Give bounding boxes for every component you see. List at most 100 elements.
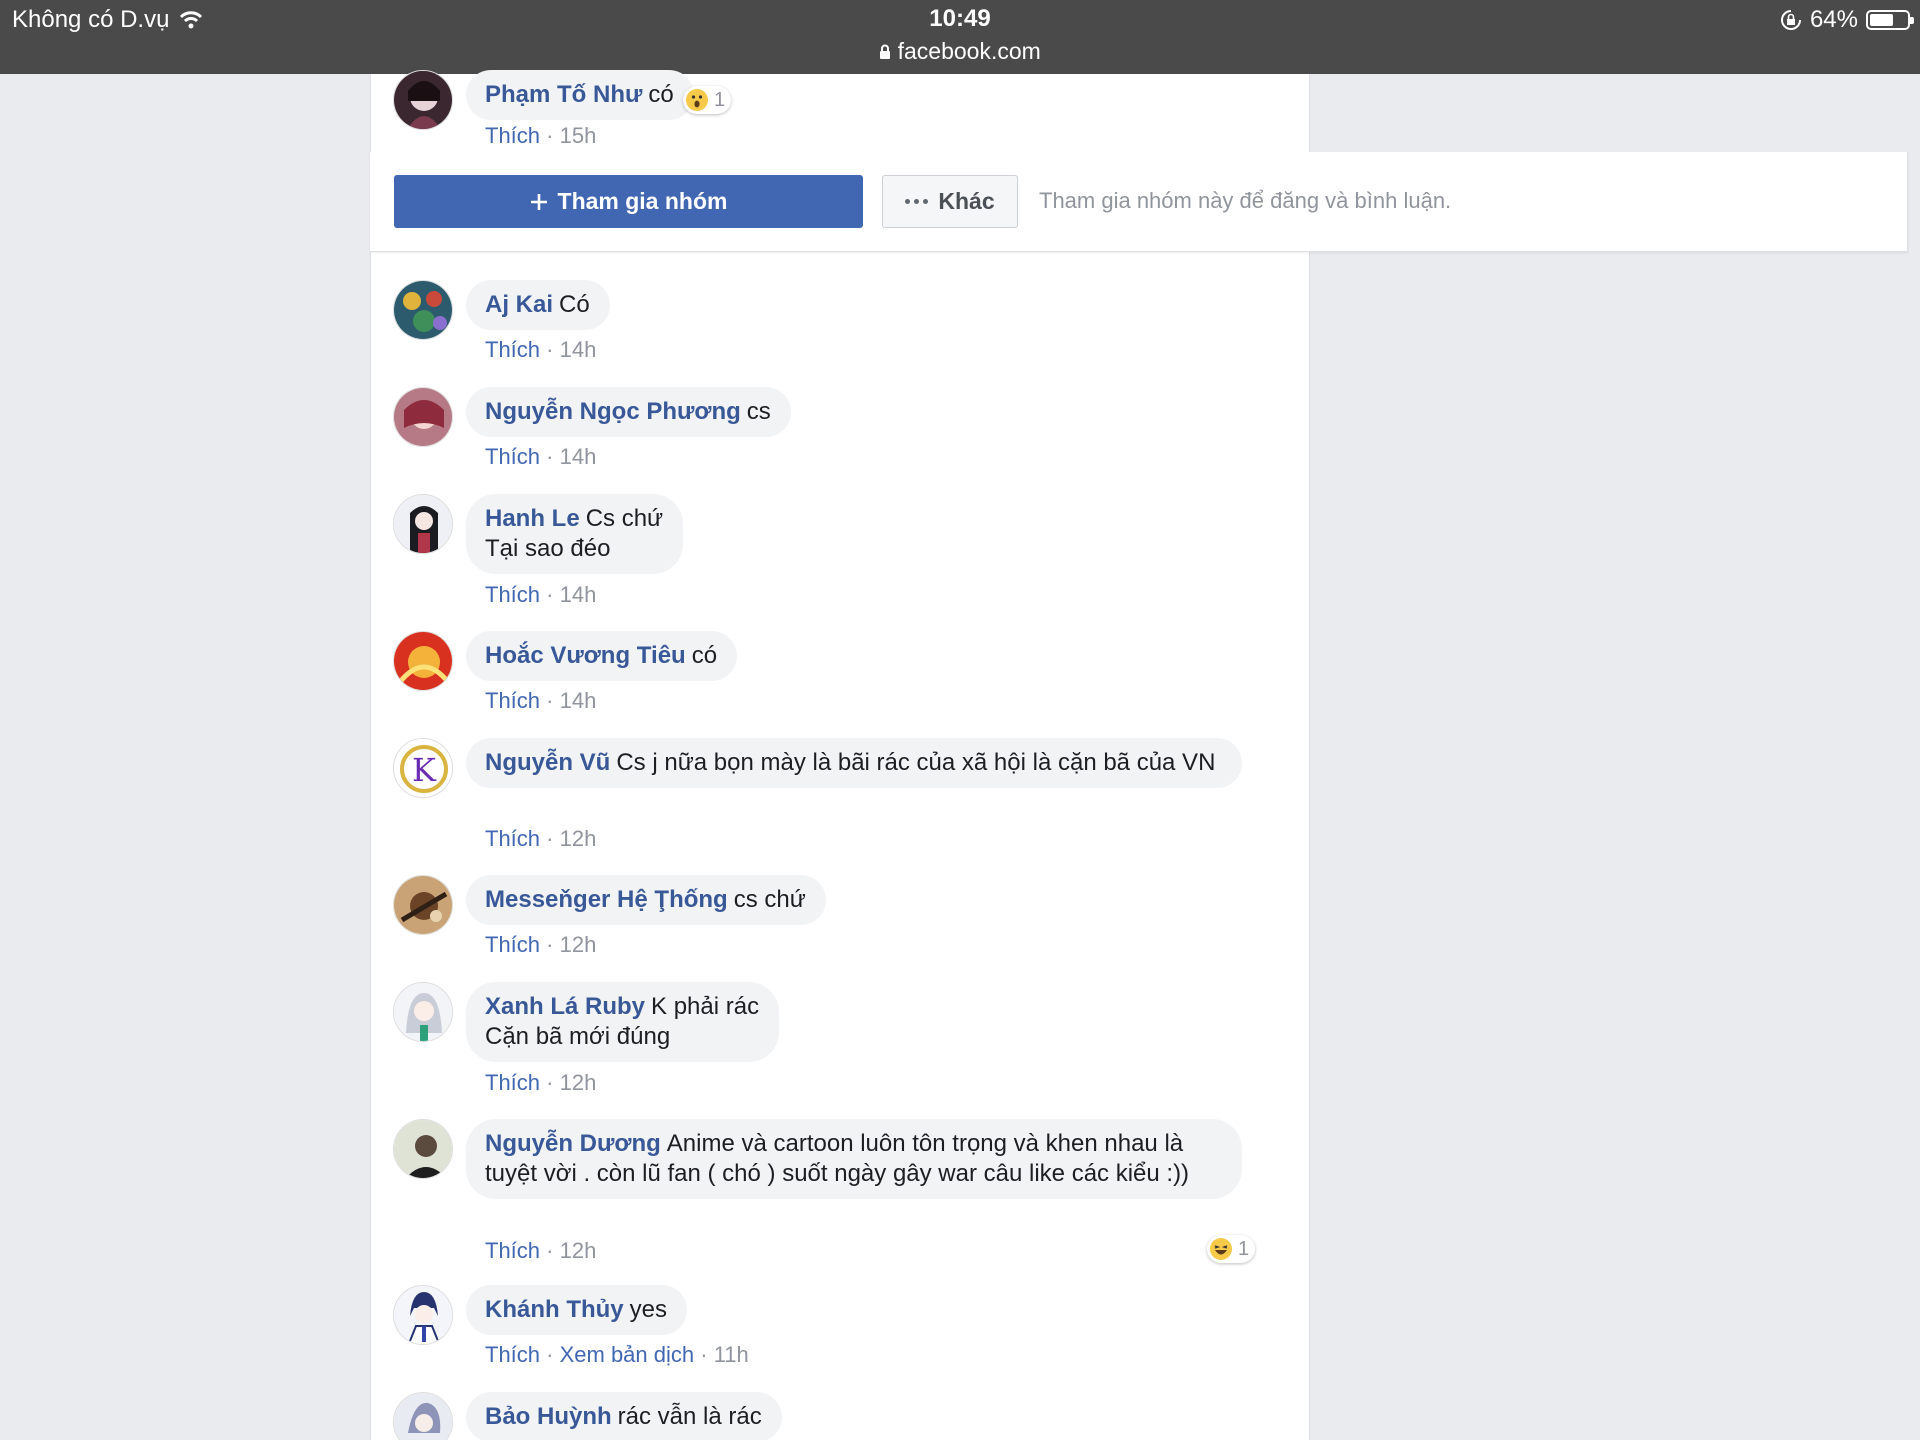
more-button[interactable]: Khác (882, 175, 1018, 228)
like-link[interactable]: Thích (485, 1238, 540, 1263)
like-link[interactable]: Thích (485, 826, 540, 851)
more-dots-icon (905, 199, 929, 204)
rotation-lock-icon (1780, 10, 1801, 30)
comment-text: có (691, 642, 718, 669)
comment-meta: Thích · 12h (485, 932, 597, 957)
avatar[interactable] (393, 631, 453, 691)
address-bar[interactable]: facebook.com (0, 38, 1920, 65)
comment-text: Cs chứ (585, 505, 664, 532)
comment-meta: Thích · 12h (485, 1238, 597, 1263)
comment-text: K phải rác (651, 993, 760, 1020)
avatar[interactable] (393, 280, 453, 340)
avatar[interactable]: K (393, 738, 453, 798)
comment-time[interactable]: 12h (560, 1238, 597, 1263)
like-link[interactable]: Thích (485, 123, 540, 148)
reaction-badge[interactable]: 1 (1207, 1235, 1256, 1263)
comment-author[interactable]: Nguyễn Dương (485, 1130, 661, 1157)
join-group-label: Tham gia nhóm (557, 188, 728, 214)
more-label: Khác (938, 188, 995, 214)
comment-meta: Thích · 15h (485, 123, 597, 148)
comment-time[interactable]: 12h (560, 1070, 597, 1095)
reaction-count: 1 (1238, 1237, 1250, 1260)
comment-author[interactable]: Aj Kai (485, 291, 553, 318)
reaction-badge[interactable]: 1 (683, 86, 732, 114)
comment-author[interactable]: Khánh Thủy (485, 1296, 624, 1323)
battery-icon (1866, 10, 1914, 30)
plus-icon (530, 193, 547, 210)
avatar[interactable] (393, 982, 453, 1042)
haha-reaction-icon (1210, 1238, 1232, 1260)
comment-text: có (648, 81, 674, 108)
comment-bubble: Nguyễn Ngọc Phương cs (466, 387, 791, 437)
like-link[interactable]: Thích (485, 932, 540, 957)
avatar[interactable] (393, 875, 453, 935)
like-link[interactable]: Thích (485, 1070, 540, 1095)
comment-meta: Thích · 14h (485, 444, 597, 469)
like-link[interactable]: Thích (485, 1342, 540, 1367)
comment-time[interactable]: 15h (560, 123, 597, 148)
ios-status-bar: Không có D.vụ 10:49 facebook.com 64% (0, 0, 1920, 74)
comment-bubble: Hoắc Vương Tiêu có (466, 631, 738, 681)
comment-meta: Thích · Xem bản dịch · 11h (485, 1342, 749, 1367)
comment-author[interactable]: Nguyễn Ngọc Phương (485, 398, 741, 425)
comment-author[interactable]: Xanh Lá Ruby (485, 993, 645, 1020)
comment-author[interactable]: Hoắc Vương Tiêu (485, 642, 686, 669)
reaction-count: 1 (714, 88, 726, 111)
translate-link[interactable]: Xem bản dịch (560, 1342, 695, 1367)
comment-bubble: Messeňger Hệ Ţhống cs chứ (466, 875, 826, 925)
comment-bubble: Nguyễn Vũ Cs j nữa bọn mày là bãi rác của… (466, 738, 1242, 788)
comment-time[interactable]: 14h (560, 688, 597, 713)
comment-text: cs (746, 398, 771, 425)
avatar[interactable] (393, 1119, 453, 1179)
comment-meta: Thích · 12h (485, 1070, 597, 1095)
comment-text: cs chứ (733, 886, 806, 913)
like-link[interactable]: Thích (485, 688, 540, 713)
comment-bubble: Hanh Le Cs chứ Tại sao đéo (466, 494, 684, 574)
comment-author[interactable]: Nguyễn Vũ (485, 749, 610, 776)
comment-meta: Thích · 14h (485, 582, 597, 607)
battery-percent: 64% (1809, 6, 1858, 33)
clock: 10:49 (929, 5, 991, 32)
comment-text: Cs j nữa bọn mày là bãi rác của xã hội l… (616, 749, 1216, 776)
like-link[interactable]: Thích (485, 582, 540, 607)
avatar[interactable] (393, 1392, 453, 1440)
comment-meta: Thích · 14h (485, 688, 597, 713)
avatar[interactable] (393, 387, 453, 447)
avatar[interactable] (393, 70, 453, 130)
comment-time[interactable]: 14h (560, 337, 597, 362)
join-group-bar: Tham gia nhóm Khác Tham gia nhóm này để … (370, 152, 1908, 252)
url-text: facebook.com (897, 38, 1041, 64)
comment-time[interactable]: 14h (560, 582, 597, 607)
comment-bubble: Xanh Lá Ruby K phải rác Cặn bã mới đúng (466, 982, 780, 1062)
comment-author[interactable]: Phạm Tố Như (485, 81, 642, 108)
comment-bubble: Aj Kai Có (466, 280, 610, 330)
comment-time[interactable]: 14h (560, 444, 597, 469)
comment-time[interactable]: 11h (714, 1342, 749, 1367)
battery-status: 64% (1780, 6, 1914, 34)
comment-text-line2: Tại sao đéo (485, 535, 611, 562)
comment-meta: Thích · 14h (485, 337, 597, 362)
comment-author[interactable]: Bảo Huỳnh (485, 1403, 612, 1430)
comment-text: yes (629, 1296, 668, 1323)
join-group-button[interactable]: Tham gia nhóm (394, 175, 863, 228)
join-hint-text: Tham gia nhóm này để đăng và bình luận. (1039, 188, 1452, 213)
comment-meta: Thích · 12h (485, 826, 597, 851)
comment-text: Có (559, 291, 590, 318)
avatar[interactable] (393, 1285, 453, 1345)
avatar[interactable] (393, 494, 453, 554)
comments-column: Phạm Tố Như có 1 Thích · 15h Aj Kai Có Thí… (370, 70, 1310, 1440)
comment-time[interactable]: 12h (560, 826, 597, 851)
like-link[interactable]: Thích (485, 337, 540, 362)
comment-bubble: Bảo Huỳnh rác vẫn là rác (466, 1392, 782, 1440)
comment-bubble: Nguyễn Dương Anime và cartoon luôn tôn tr… (466, 1119, 1242, 1199)
comment-bubble: Khánh Thủy yes (466, 1285, 688, 1335)
wow-reaction-icon (686, 89, 708, 111)
comment-time[interactable]: 12h (560, 932, 597, 957)
comment-text: rác vẫn là rác (617, 1403, 762, 1430)
like-link[interactable]: Thích (485, 444, 540, 469)
lock-icon (880, 44, 891, 59)
comment-author[interactable]: Messeňger Hệ Ţhống (485, 886, 728, 913)
svg-text:K: K (412, 751, 437, 789)
comment-text-line2: Cặn bã mới đúng (485, 1023, 671, 1050)
comment-author[interactable]: Hanh Le (485, 505, 580, 532)
